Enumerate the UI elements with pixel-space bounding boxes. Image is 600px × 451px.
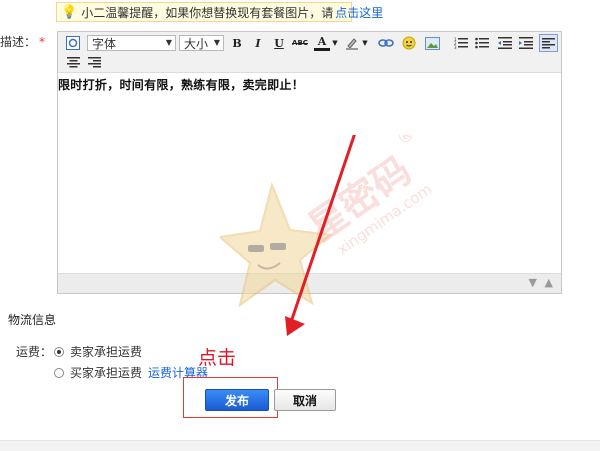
tip-text: 小二温馨提醒，如果你想替换现有套餐图片，请 xyxy=(81,5,334,20)
image-icon[interactable] xyxy=(424,35,440,51)
radio-unchecked-icon[interactable] xyxy=(54,367,64,378)
freight-option-seller[interactable]: 卖家承担运费 xyxy=(54,343,142,360)
ordered-list-icon[interactable]: 123 xyxy=(453,35,469,51)
chevron-down-icon: ▼ xyxy=(165,38,172,47)
freight-option-label: 买家承担运费 xyxy=(70,366,143,380)
chevron-down-icon[interactable]: ▼ xyxy=(331,35,339,51)
page-footer-band xyxy=(0,440,600,451)
tip-link[interactable]: 点击这里 xyxy=(335,4,383,21)
arrow-down-icon[interactable]: ▼ xyxy=(529,276,537,289)
align-right-icon[interactable] xyxy=(86,54,102,70)
radio-checked-icon[interactable] xyxy=(54,346,64,357)
strikethrough-icon[interactable]: ABC xyxy=(291,35,309,51)
editor-toolbar: 字体 ▼ 大小 ▼ B I U ABC A ▼ ▼ 123 xyxy=(58,32,561,73)
rich-text-editor: 字体 ▼ 大小 ▼ B I U ABC A ▼ ▼ 123 限时打折，时间有限，… xyxy=(57,31,562,294)
description-label-text: 描述： xyxy=(0,35,37,49)
font-select-value: 字体 xyxy=(92,36,117,51)
editor-resize-bar: ▼ ▲ xyxy=(58,273,561,293)
arrow-head-icon xyxy=(285,316,305,336)
unordered-list-icon[interactable] xyxy=(474,35,490,51)
arrow-up-icon[interactable]: ▲ xyxy=(545,276,553,289)
svg-text:3: 3 xyxy=(454,45,457,49)
lightbulb-icon: 💡 xyxy=(61,4,78,20)
description-label: 描述： * xyxy=(0,33,45,50)
size-select-value: 大小 xyxy=(184,36,209,51)
highlight-icon[interactable] xyxy=(344,35,360,51)
emoji-icon[interactable] xyxy=(401,35,417,51)
required-mark: * xyxy=(39,35,46,49)
chevron-down-icon[interactable]: ▼ xyxy=(361,35,369,51)
size-select[interactable]: 大小 ▼ xyxy=(179,35,224,51)
freight-option-label: 卖家承担运费 xyxy=(70,345,143,359)
chevron-down-icon: ▼ xyxy=(213,38,220,47)
freight-label: 运费： xyxy=(16,345,53,359)
cancel-button[interactable]: 取消 xyxy=(274,389,336,411)
align-left-icon[interactable] xyxy=(539,34,558,52)
indent-icon[interactable] xyxy=(518,35,534,51)
publish-button[interactable]: 发布 xyxy=(205,389,269,411)
outdent-icon[interactable] xyxy=(497,35,513,51)
font-color-icon[interactable]: A xyxy=(314,35,330,51)
link-icon[interactable] xyxy=(378,35,394,51)
italic-icon[interactable]: I xyxy=(250,35,266,51)
editor-content[interactable]: 限时打折，时间有限，熟练有限，卖完即止！ xyxy=(58,73,561,93)
freight-option-buyer[interactable]: 买家承担运费 xyxy=(54,364,142,381)
align-center-icon[interactable] xyxy=(65,54,81,70)
font-select[interactable]: 字体 ▼ xyxy=(87,35,176,51)
tip-bar: 💡 小二温馨提醒，如果你想替换现有套餐图片，请 点击这里 xyxy=(56,2,383,22)
source-icon[interactable] xyxy=(65,35,81,51)
bold-icon[interactable]: B xyxy=(229,35,245,51)
underline-icon[interactable]: U xyxy=(271,35,287,51)
logistics-title: 物流信息 xyxy=(8,313,57,327)
click-hint-annotation: 点击 xyxy=(198,347,237,369)
